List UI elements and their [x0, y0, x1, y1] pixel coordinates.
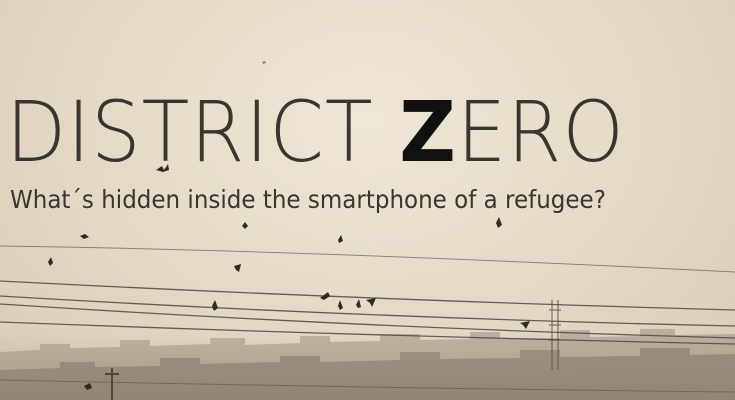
film-title: DISTRICT ZERO [6, 82, 684, 182]
bird-icon [356, 299, 361, 308]
film-tagline: What´s hidden inside the smartphone of a… [10, 185, 606, 214]
bird-icon [320, 292, 330, 300]
bird-icon [48, 257, 53, 266]
bird-icon [338, 235, 343, 243]
bird-icon [80, 234, 89, 239]
bird-icon [262, 61, 266, 64]
bird-icon [84, 383, 92, 390]
photo-background: DISTRICT ZERO What´s hidden inside the s… [0, 0, 735, 400]
title-district: DISTRICT [6, 83, 400, 181]
title-z-letter: Z [399, 83, 457, 181]
bird-icon [234, 264, 241, 272]
bird-icon [366, 298, 376, 307]
bird-icon [212, 300, 218, 311]
bird-icon [242, 222, 248, 229]
bird-icon [520, 321, 530, 329]
title-ero: ERO [456, 83, 625, 181]
bird-icon [338, 300, 343, 310]
